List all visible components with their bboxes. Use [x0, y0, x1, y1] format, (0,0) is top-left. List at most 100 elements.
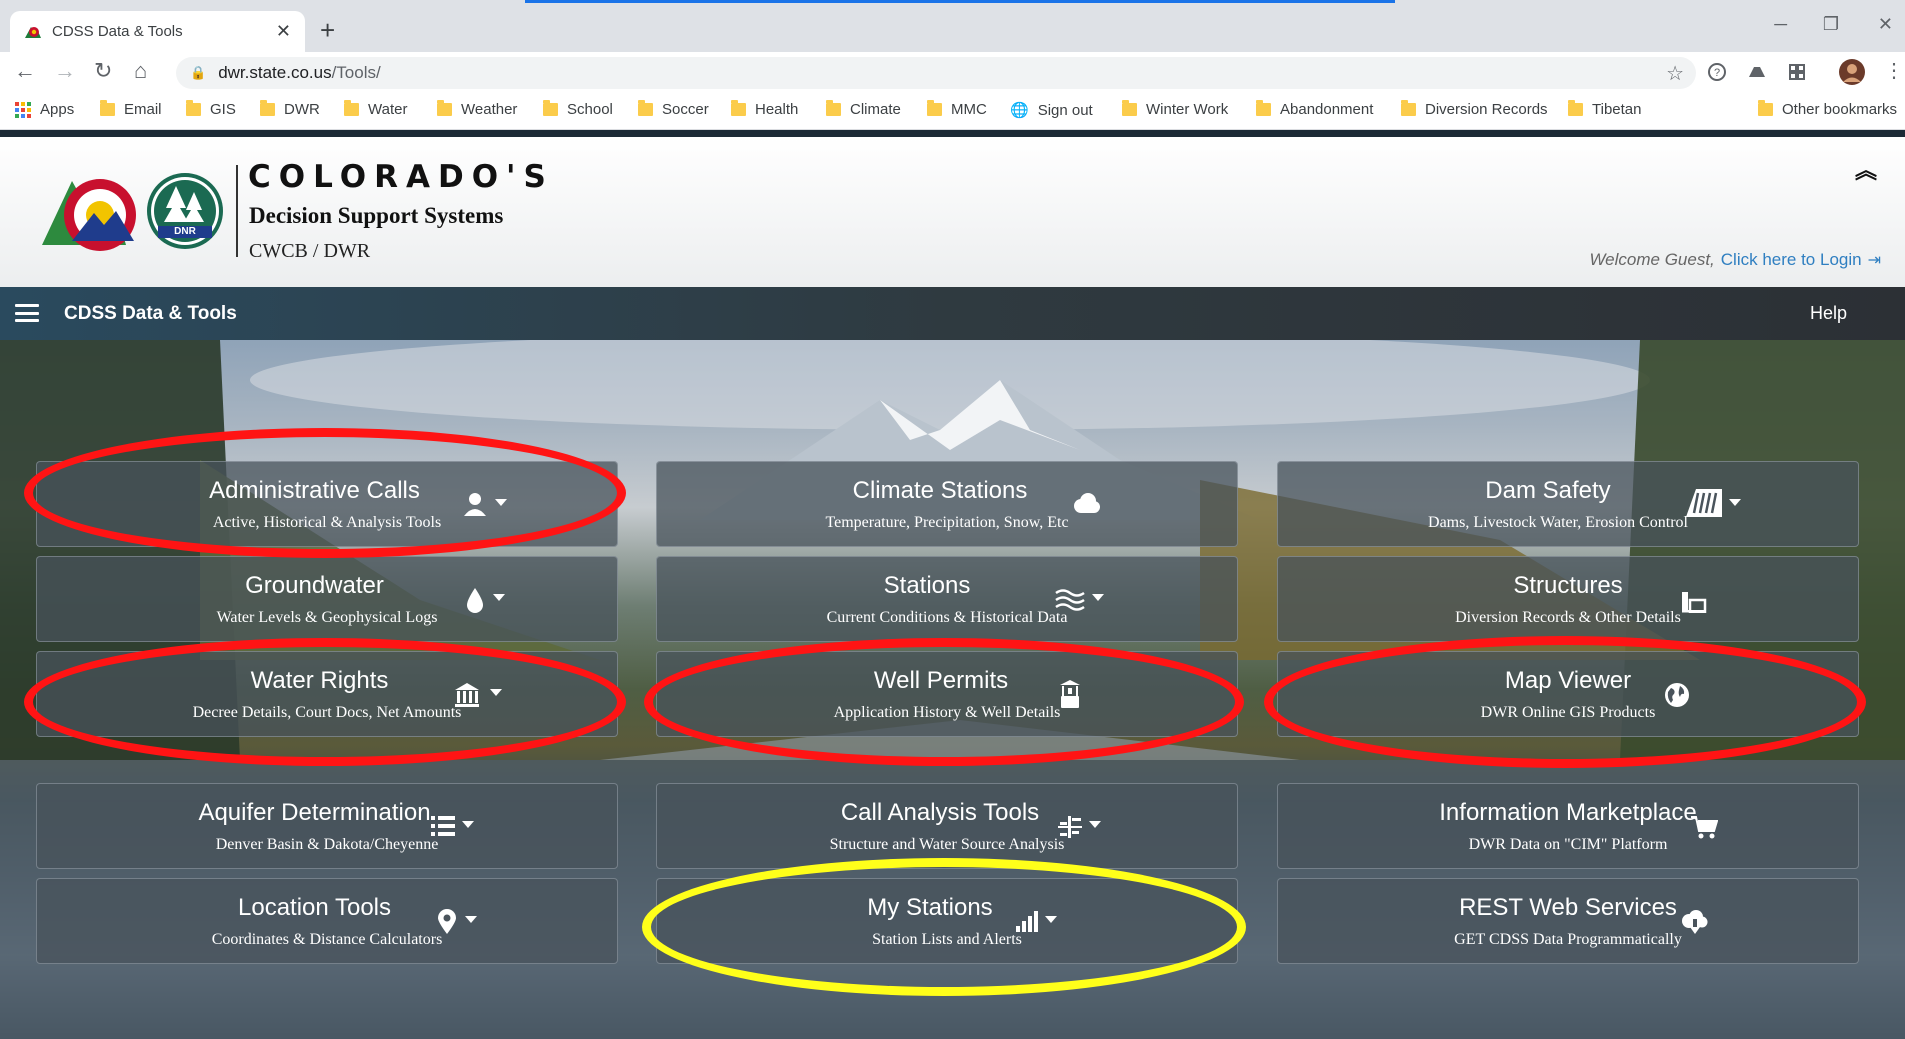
- app-navbar: CDSS Data & Tools Help: [0, 287, 1905, 340]
- tile-subtitle: Diversion Records & Other Details: [1455, 609, 1681, 626]
- bookmark-diversion-records[interactable]: Diversion Records: [1401, 100, 1548, 118]
- structure-icon: [1681, 591, 1707, 618]
- reload-icon[interactable]: ↻: [94, 58, 112, 84]
- minimize-window-icon[interactable]: ─: [1774, 14, 1787, 35]
- bookmark-water[interactable]: Water: [344, 100, 407, 118]
- folder-icon: [638, 100, 653, 116]
- bookmark-soccer[interactable]: Soccer: [638, 100, 709, 118]
- grid-extension-icon[interactable]: [1786, 61, 1808, 83]
- tile-well-permits[interactable]: Well Permits Application History & Well …: [656, 651, 1238, 737]
- dropdown-caret-icon[interactable]: [465, 916, 477, 923]
- dropdown-caret-icon[interactable]: [462, 821, 474, 828]
- bookmark-tibetan[interactable]: Tibetan: [1568, 100, 1642, 118]
- collapse-header-icon[interactable]: ︽: [1855, 153, 1877, 185]
- dnr-logo-text: DNR: [174, 226, 196, 237]
- url-host: dwr.state.co.us: [218, 63, 332, 82]
- tile-subtitle: Dams, Livestock Water, Erosion Control: [1428, 514, 1688, 531]
- tile-call-analysis-tools[interactable]: Call Analysis Tools Structure and Water …: [656, 783, 1238, 869]
- bookmark-star-icon[interactable]: ☆: [1666, 61, 1684, 86]
- tile-title: REST Web Services: [1459, 894, 1677, 921]
- tile-map-viewer[interactable]: Map Viewer DWR Online GIS Products: [1277, 651, 1859, 737]
- bookmark-label: Soccer: [662, 101, 709, 118]
- tile-subtitle: DWR Online GIS Products: [1480, 704, 1656, 721]
- tile-structures[interactable]: Structures Diversion Records & Other Det…: [1277, 556, 1859, 642]
- app-title[interactable]: CDSS Data & Tools: [64, 303, 237, 325]
- forward-arrow-icon[interactable]: →: [54, 58, 76, 84]
- tile-stations[interactable]: Stations Current Conditions & Historical…: [656, 556, 1238, 642]
- signal-bars-icon: [1015, 909, 1039, 938]
- dropdown-caret-icon[interactable]: [1092, 594, 1104, 601]
- tile-title: Information Marketplace: [1439, 799, 1697, 826]
- bookmark-abandonment[interactable]: Abandonment: [1256, 100, 1373, 118]
- bookmark-label: School: [567, 101, 613, 118]
- bookmark-other-bookmarks[interactable]: Other bookmarks: [1758, 100, 1897, 118]
- folder-icon: [1758, 100, 1773, 116]
- sign-in-icon[interactable]: ⇥: [1868, 250, 1881, 270]
- help-extension-icon[interactable]: ?: [1706, 61, 1728, 83]
- tile-aquifer-determination[interactable]: Aquifer Determination Denver Basin & Dak…: [36, 783, 618, 869]
- browser-tab[interactable]: CDSS Data & Tools ✕: [10, 11, 305, 52]
- cloud-download-icon: [1680, 909, 1708, 940]
- login-link[interactable]: Click here to Login: [1721, 250, 1862, 270]
- hamburger-menu-icon[interactable]: [15, 304, 39, 322]
- profile-avatar[interactable]: [1838, 58, 1866, 86]
- bookmark-apps[interactable]: Apps: [15, 101, 74, 118]
- close-window-icon[interactable]: ✕: [1878, 14, 1893, 35]
- brand-subtitle: Decision Support Systems: [249, 203, 504, 228]
- dropdown-caret-icon[interactable]: [493, 594, 505, 601]
- bookmark-mmc[interactable]: MMC: [927, 100, 987, 118]
- help-link[interactable]: Help: [1810, 303, 1847, 324]
- tile-subtitle: Temperature, Precipitation, Snow, Etc: [825, 514, 1069, 531]
- bookmark-gis[interactable]: GIS: [186, 100, 236, 118]
- cloud-icon: [1072, 492, 1100, 519]
- restore-window-icon[interactable]: ❐: [1823, 14, 1839, 35]
- brand-title: COLORADO'S: [248, 159, 554, 195]
- bookmark-sign-out[interactable]: 🌐 Sign out: [1010, 101, 1093, 120]
- dropdown-caret-icon[interactable]: [1045, 916, 1057, 923]
- bookmark-email[interactable]: Email: [100, 100, 162, 118]
- tile-subtitle: Current Conditions & Historical Data: [826, 609, 1068, 626]
- close-tab-icon[interactable]: ✕: [276, 21, 291, 42]
- tile-administrative-calls[interactable]: Administrative Calls Active, Historical …: [36, 461, 618, 547]
- bookmark-health[interactable]: Health: [731, 100, 798, 118]
- welcome-area: Welcome Guest, Click here to Login ⇥: [1589, 250, 1881, 270]
- drive-extension-icon[interactable]: [1746, 61, 1768, 83]
- tile-my-stations[interactable]: My Stations Station Lists and Alerts: [656, 878, 1238, 964]
- bookmark-label: Weather: [461, 101, 518, 118]
- browser-menu-icon[interactable]: ⋮: [1884, 58, 1904, 83]
- dropdown-caret-icon[interactable]: [1089, 821, 1101, 828]
- tile-climate-stations[interactable]: Climate Stations Temperature, Precipitat…: [656, 461, 1238, 547]
- folder-icon: [1256, 100, 1271, 116]
- globe-icon: [1664, 682, 1690, 713]
- apps-grid-icon: [15, 101, 31, 118]
- bookmark-winter-work[interactable]: Winter Work: [1122, 100, 1228, 118]
- tile-title: Climate Stations: [852, 477, 1028, 504]
- dropdown-caret-icon[interactable]: [1729, 499, 1741, 506]
- folder-icon: [1568, 100, 1583, 116]
- home-icon[interactable]: ⌂: [134, 58, 147, 84]
- tile-information-marketplace[interactable]: Information Marketplace DWR Data on "CIM…: [1277, 783, 1859, 869]
- tile-subtitle: Structure and Water Source Analysis: [829, 836, 1065, 853]
- tile-water-rights[interactable]: Water Rights Decree Details, Court Docs,…: [36, 651, 618, 737]
- bookmark-weather[interactable]: Weather: [437, 100, 518, 118]
- dropdown-caret-icon[interactable]: [490, 689, 502, 696]
- tile-dam-safety[interactable]: Dam Safety Dams, Livestock Water, Erosio…: [1277, 461, 1859, 547]
- bookmark-label: Tibetan: [1592, 101, 1642, 118]
- list-icon: [430, 814, 456, 843]
- dam-icon: [1684, 487, 1724, 524]
- bookmark-climate[interactable]: Climate: [826, 100, 901, 118]
- address-bar[interactable]: 🔒 dwr.state.co.us/Tools/ ☆: [176, 57, 1696, 89]
- tile-location-tools[interactable]: Location Tools Coordinates & Distance Ca…: [36, 878, 618, 964]
- tile-rest-web-services[interactable]: REST Web Services GET CDSS Data Programm…: [1277, 878, 1859, 964]
- new-tab-button[interactable]: +: [320, 15, 335, 46]
- tile-groundwater[interactable]: Groundwater Water Levels & Geophysical L…: [36, 556, 618, 642]
- back-arrow-icon[interactable]: ←: [14, 58, 36, 84]
- cart-icon: [1690, 814, 1719, 845]
- tile-title: Call Analysis Tools: [840, 799, 1040, 826]
- bookmark-dwr[interactable]: DWR: [260, 100, 320, 118]
- analysis-icon: [1057, 814, 1083, 845]
- tile-title: Stations: [883, 572, 971, 599]
- dropdown-caret-icon[interactable]: [495, 499, 507, 506]
- bookmark-school[interactable]: School: [543, 100, 613, 118]
- folder-icon: [100, 100, 115, 116]
